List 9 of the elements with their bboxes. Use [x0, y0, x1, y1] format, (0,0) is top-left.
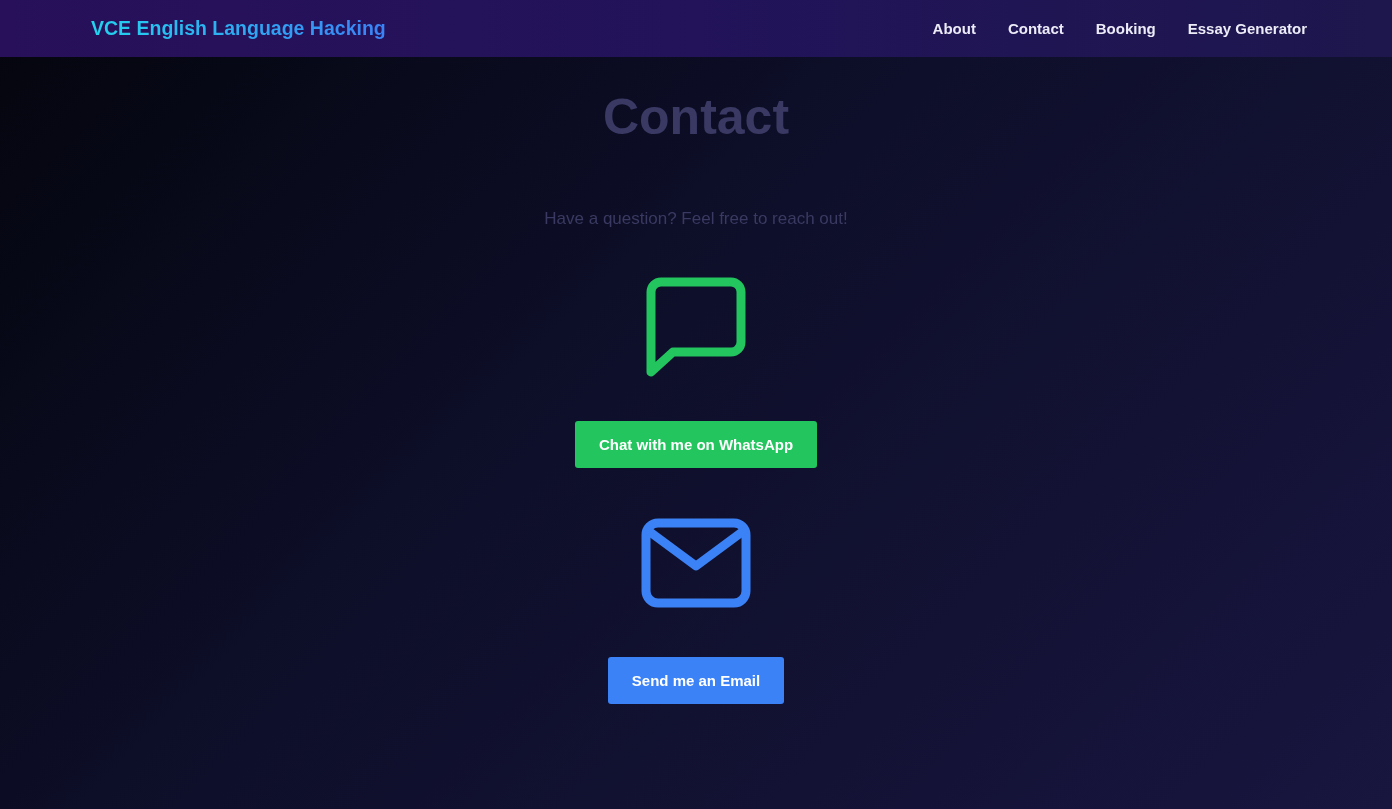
site-logo-link[interactable]: VCE English Language Hacking — [91, 17, 386, 40]
page-title: Contact — [602, 88, 790, 147]
nav-link[interactable]: Booking — [1095, 20, 1156, 37]
nav-link[interactable]: Contact — [1007, 20, 1064, 37]
envelope-icon — [641, 518, 751, 608]
nav-link[interactable]: Essay Generator — [1187, 20, 1307, 37]
speech-bubble-icon — [646, 277, 746, 377]
email-button[interactable]: Send me an Email — [607, 657, 785, 704]
nav-link[interactable]: About — [932, 20, 976, 37]
